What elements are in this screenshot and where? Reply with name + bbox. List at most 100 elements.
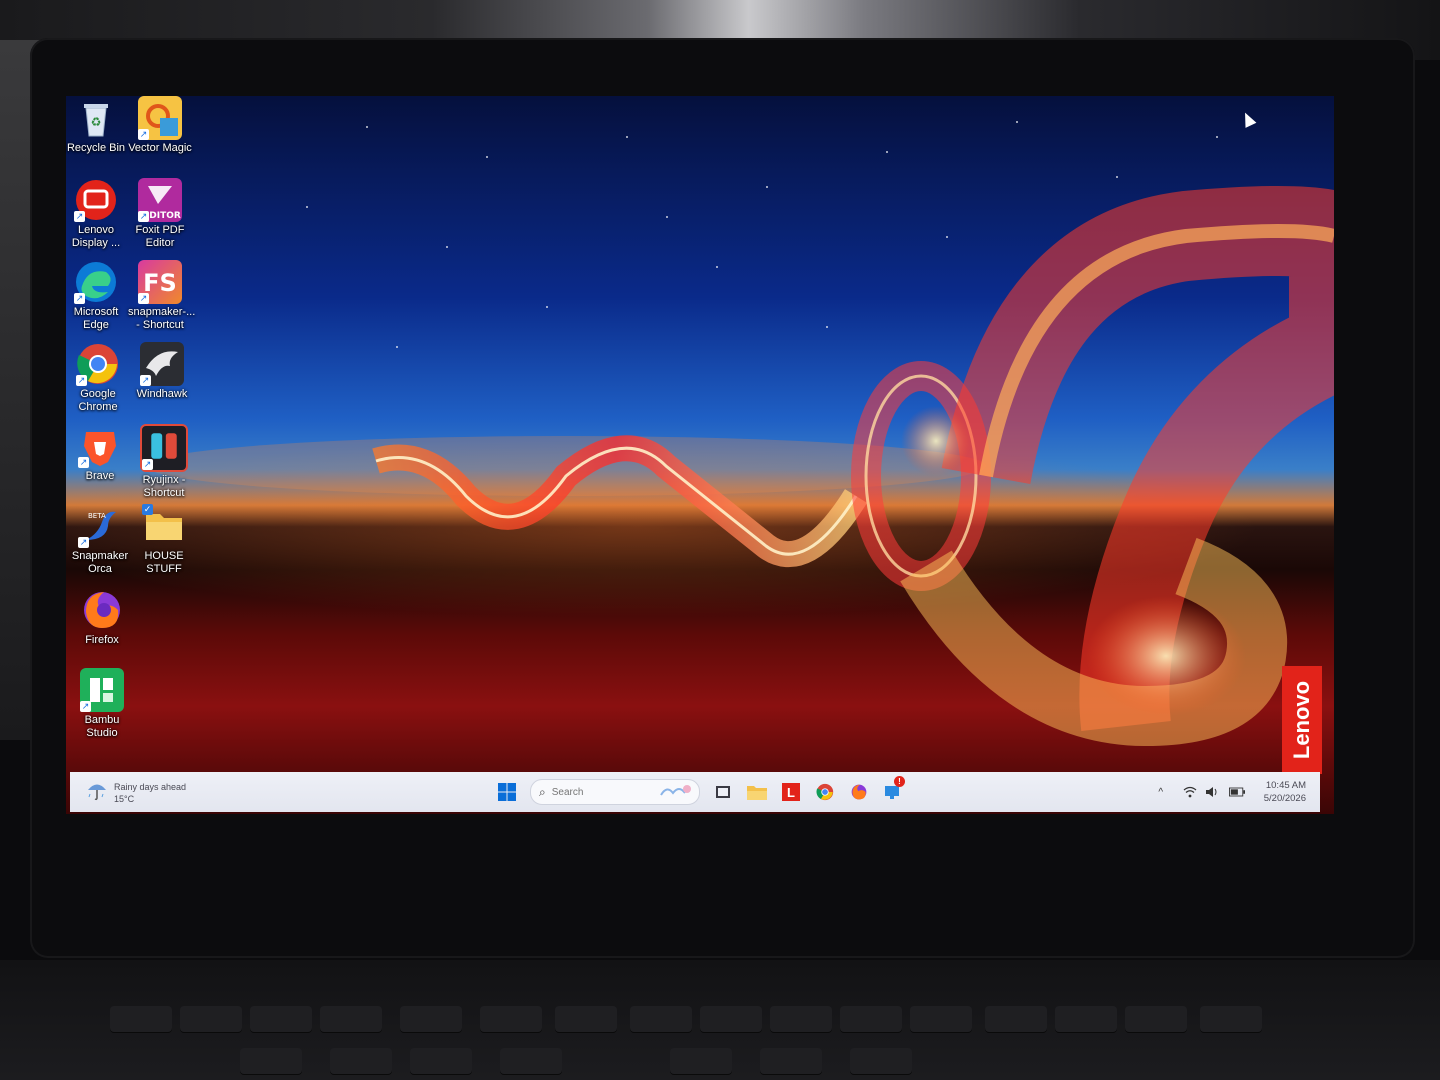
- brave-lion-icon: ↗: [78, 424, 122, 468]
- weather-temperature: 15°C: [114, 793, 135, 804]
- shortcut-arrow-icon: ↗: [74, 293, 85, 304]
- umbrella-icon: [86, 779, 108, 806]
- keyboard-key: [670, 1048, 732, 1074]
- battery-icon[interactable]: [1228, 784, 1245, 800]
- taskbar: Rainy days ahead 15°C ⌕ L: [70, 772, 1320, 812]
- icon-label: Brave: [85, 470, 115, 482]
- icon-label: Windhawk: [136, 388, 188, 400]
- desktop-icon-bambu-studio[interactable]: ↗ Bambu Studio: [70, 668, 134, 740]
- shortcut-arrow-icon: ↗: [78, 537, 89, 548]
- keyboard-key: [480, 1006, 542, 1032]
- taskbar-search[interactable]: ⌕: [530, 779, 700, 805]
- keyboard-key: [1200, 1006, 1262, 1032]
- desktop-icon-microsoft-edge[interactable]: ↗ Microsoft Edge: [64, 260, 128, 332]
- weather-forecast: Rainy days ahead: [114, 781, 187, 792]
- bambu-studio-icon: ↗: [80, 668, 124, 712]
- windows-logo-icon: [498, 783, 516, 801]
- desktop-icon-vector-magic[interactable]: ↗ Vector Magic: [128, 96, 192, 155]
- desktop-screen[interactable]: Lenovo: [66, 96, 1334, 814]
- keyboard-key: [985, 1006, 1047, 1032]
- desktop-icon-foxit-pdf-editor[interactable]: EDITOR ↗ Foxit PDF Editor: [128, 178, 192, 250]
- recycle-bin-icon: ♻: [74, 96, 118, 140]
- shortcut-arrow-icon: ↗: [78, 457, 89, 468]
- vector-magic-icon: ↗: [138, 96, 182, 140]
- shortcut-arrow-icon: ↗: [138, 211, 149, 222]
- shortcut-arrow-icon: ↗: [74, 211, 85, 222]
- shortcut-arrow-icon: ↗: [138, 129, 149, 140]
- remote-desktop-button[interactable]: !: [879, 776, 907, 806]
- keyboard-key: [250, 1006, 312, 1032]
- desktop-icon-firefox[interactable]: Firefox: [70, 588, 134, 647]
- desktop-icon-ryujinx-shortcut[interactable]: ↗ Ryujinx - Shortcut: [132, 424, 196, 500]
- firefox-taskbar-button[interactable]: [845, 778, 873, 806]
- foxit-pdf-editor-icon: EDITOR ↗: [138, 178, 182, 222]
- desktop-icon-snapmaker-shortcut[interactable]: FS ↗ snapmaker-... - Shortcut: [128, 260, 196, 332]
- wallpaper-light-painting: [146, 186, 1334, 747]
- search-highlight-icon: [659, 783, 693, 804]
- chrome-icon: [816, 783, 834, 801]
- shortcut-arrow-icon: ↗: [76, 375, 87, 386]
- firefox-icon: [851, 784, 867, 800]
- keyboard-key: [630, 1006, 692, 1032]
- keyboard-key: [1055, 1006, 1117, 1032]
- keyboard-key: [555, 1006, 617, 1032]
- keyboard-key: [850, 1048, 912, 1074]
- lenovo-display-icon: ↗: [74, 178, 118, 222]
- keyboard-key: [240, 1048, 302, 1074]
- lenovo-vantage-button[interactable]: L: [777, 778, 805, 806]
- keyboard-key: [320, 1006, 382, 1032]
- icon-label: Snapmaker Orca: [71, 550, 129, 575]
- desktop-icon-windhawk[interactable]: ↗ Windhawk: [130, 342, 194, 401]
- keyboard-key: [400, 1006, 462, 1032]
- lenovo-logo: Lenovo: [1282, 666, 1322, 774]
- icon-label: Ryujinx - Shortcut: [142, 474, 186, 499]
- clock[interactable]: 10:45 AM 5/20/2026: [1264, 779, 1306, 805]
- task-view-button[interactable]: [709, 778, 737, 806]
- volume-icon[interactable]: [1204, 784, 1220, 800]
- lenovo-l-icon: L: [782, 783, 800, 801]
- keyboard-key: [110, 1006, 172, 1032]
- desktop-icon-house-stuff[interactable]: ✓ HOUSE STUFF: [132, 504, 196, 576]
- keyboard-key: [410, 1048, 472, 1074]
- edge-icon: ↗: [74, 260, 118, 304]
- windhawk-icon: ↗: [140, 342, 184, 386]
- desktop-icon-recycle-bin[interactable]: ♻ Recycle Bin: [64, 96, 128, 155]
- svg-text:♻: ♻: [91, 115, 102, 129]
- icon-label: snapmaker-... - Shortcut: [128, 306, 196, 331]
- keyboard-key: [330, 1048, 392, 1074]
- keyboard-key: [910, 1006, 972, 1032]
- wifi-icon[interactable]: [1182, 784, 1198, 800]
- desktop-icon-google-chrome[interactable]: ↗ Google Chrome: [66, 342, 130, 414]
- icon-label: Google Chrome: [78, 388, 118, 413]
- icon-label: Lenovo Display ...: [71, 224, 121, 249]
- keyboard-key: [840, 1006, 902, 1032]
- clock-date: 5/20/2026: [1263, 793, 1306, 804]
- icon-label: Foxit PDF Editor: [135, 224, 185, 249]
- icon-label: HOUSE STUFF: [144, 550, 184, 575]
- search-input[interactable]: [549, 785, 664, 799]
- desktop-icon-brave[interactable]: ↗ Brave: [68, 424, 132, 483]
- notification-badge: !: [894, 776, 905, 787]
- system-tray: ^ 10:45 AM 5/20/2026: [1150, 778, 1306, 806]
- weather-widget[interactable]: Rainy days ahead 15°C: [86, 779, 186, 806]
- shortcut-arrow-icon: ✓: [142, 504, 153, 515]
- icon-label: Microsoft Edge: [73, 306, 119, 331]
- keyboard-key: [700, 1006, 762, 1032]
- start-button[interactable]: [493, 778, 521, 806]
- firefox-icon: [80, 588, 124, 632]
- icon-label: Vector Magic: [128, 142, 192, 154]
- tray-chevron-icon[interactable]: ^: [1153, 784, 1169, 800]
- shortcut-arrow-icon: ↗: [142, 459, 153, 470]
- chrome-icon: ↗: [76, 342, 120, 386]
- icon-label: Firefox: [85, 634, 119, 646]
- desktop-icon-snapmaker-orca[interactable]: BETA ↗ Snapmaker Orca: [68, 504, 132, 576]
- taskbar-center: ⌕ L !: [490, 776, 910, 806]
- keyboard-key: [770, 1006, 832, 1032]
- ryujinx-icon: ↗: [140, 424, 188, 472]
- desktop-icon-lenovo-display[interactable]: ↗ Lenovo Display ...: [64, 178, 128, 250]
- keyboard-key: [760, 1048, 822, 1074]
- shortcut-arrow-icon: ↗: [80, 701, 91, 712]
- search-icon: ⌕: [539, 784, 546, 799]
- file-explorer-button[interactable]: [743, 778, 771, 806]
- chrome-taskbar-button[interactable]: [811, 778, 839, 806]
